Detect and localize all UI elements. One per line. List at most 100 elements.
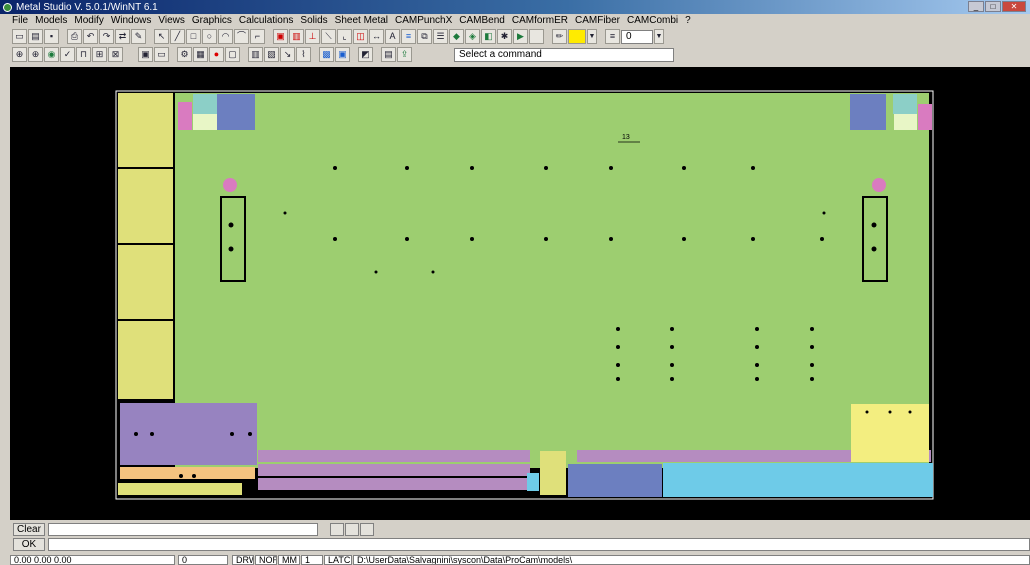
history-end-button[interactable] [360,523,374,536]
osnap-icon[interactable]: ⊠ [108,47,123,62]
menu-help[interactable]: ? [685,15,691,26]
redo-icon[interactable]: ↷ [99,29,114,44]
sequence-icon[interactable]: ↘ [280,47,295,62]
grid-icon[interactable]: ⊞ [92,47,107,62]
menu-campunchx[interactable]: CAMPunchX [395,15,452,26]
display-icon[interactable]: ▣ [138,47,153,62]
ortho-icon[interactable]: ⊓ [76,47,91,62]
drawing-canvas[interactable]: 13 [10,67,1030,520]
maximize-button[interactable]: □ [985,1,1001,12]
postprocessor-icon[interactable]: ▣ [335,47,350,62]
arc-icon[interactable]: ◠ [218,29,233,44]
menu-modify[interactable]: Modify [74,15,103,26]
undo-icon[interactable]: ↶ [83,29,98,44]
title-bar: Metal Studio V. 5.0.1/WinNT 6.1 _ □ ✕ [0,0,1030,14]
linetype-icon[interactable]: ≡ [605,29,620,44]
unfold-icon[interactable]: ◫ [353,29,368,44]
command-history-field[interactable] [48,523,318,536]
left-panel-2 [118,169,173,243]
menu-camformer[interactable]: CAMformER [512,15,568,26]
punch-tool-icon[interactable]: ▣ [273,29,288,44]
history-next-button[interactable] [345,523,359,536]
layer-select[interactable]: 0 [621,29,653,44]
window-icon[interactable]: ▭ [154,47,169,62]
cam-icon[interactable]: ▩ [319,47,334,62]
main-part [175,93,929,468]
nibble-tool-icon[interactable]: ▥ [289,29,304,44]
status-units[interactable]: MM [278,555,300,565]
snap-icon[interactable]: ✓ [60,47,75,62]
zoom-window-icon[interactable]: ⊕ [12,47,27,62]
menu-camcombi[interactable]: CAMCombi [627,15,678,26]
status-latch[interactable]: LATCH [324,555,352,565]
menu-windows[interactable]: Windows [111,15,152,26]
blank-tool-icon[interactable] [529,29,544,44]
status-mode-nor[interactable]: NOR [255,555,277,565]
menu-calculations[interactable]: Calculations [239,15,293,26]
status-mode-drw[interactable]: DRW [232,555,254,565]
menu-cambend[interactable]: CAMBend [459,15,505,26]
menu-models[interactable]: Models [35,15,67,26]
menu-sheet-metal[interactable]: Sheet Metal [335,15,388,26]
layers-icon[interactable]: ⧉ [417,29,432,44]
flange-left [223,178,237,192]
bend-line-icon[interactable]: ⟍ [321,29,336,44]
close-button[interactable]: ✕ [1002,1,1026,12]
strip-violet-3 [258,478,530,490]
path-icon[interactable]: ⌇ [296,47,311,62]
color-picker-swatch[interactable] [568,29,586,44]
strip-violet-1 [258,450,530,462]
zoom-all-icon[interactable]: ◉ [44,47,59,62]
menu-solids[interactable]: Solids [300,15,327,26]
select-arrow-icon[interactable]: ↖ [154,29,169,44]
nest-icon[interactable]: ▥ [248,47,263,62]
block-yellow-small [540,451,566,495]
export-icon[interactable]: ⇪ [397,47,412,62]
hatch-icon[interactable]: ≡ [401,29,416,44]
explode-icon[interactable]: ✱ [497,29,512,44]
pen-color-icon[interactable]: ✏ [552,29,567,44]
history-prev-button[interactable] [330,523,344,536]
ok-button[interactable]: OK [13,538,45,551]
bracket-teal-tl [193,94,217,114]
rectangle-icon[interactable]: □ [186,29,201,44]
command-input-field[interactable] [48,538,1030,551]
minimize-button[interactable]: _ [968,1,984,12]
new-file-icon[interactable]: ▭ [12,29,27,44]
menu-graphics[interactable]: Graphics [192,15,232,26]
line-icon[interactable]: ╱ [170,29,185,44]
measure-icon[interactable]: ↔ [369,29,384,44]
corner-icon[interactable]: ⌞ [337,29,352,44]
part-icon[interactable]: ▧ [264,47,279,62]
menu-camfiber[interactable]: CAMFiber [575,15,620,26]
chamfer-icon[interactable]: ⌐ [250,29,265,44]
repeat-icon[interactable]: ⇄ [115,29,130,44]
save-icon[interactable]: ▪ [44,29,59,44]
edit-pencil-icon[interactable]: ✎ [131,29,146,44]
red-stop-icon[interactable]: ● [209,47,224,62]
menu-file[interactable]: File [12,15,28,26]
fillet-icon[interactable]: ⌒ [234,29,249,44]
sheet-icon[interactable]: ▢ [225,47,240,62]
tool-lib-icon[interactable]: ⚙ [177,47,192,62]
report-icon[interactable]: ▤ [381,47,396,62]
shade-icon[interactable]: ◧ [481,29,496,44]
zoom-in-icon[interactable]: ⊕ [28,47,43,62]
layer-dropdown-arrow[interactable]: ▼ [654,29,664,44]
simulation-icon[interactable]: ◩ [358,47,373,62]
text-icon[interactable]: A [385,29,400,44]
menu-views[interactable]: Views [158,15,185,26]
command-prompt[interactable]: Select a command [454,47,674,62]
properties-icon[interactable]: ☰ [433,29,448,44]
open-folder-icon[interactable]: ▤ [28,29,43,44]
solid-view-icon[interactable]: ◆ [449,29,464,44]
clear-button[interactable]: Clear [13,523,45,536]
circle-icon[interactable]: ○ [202,29,217,44]
tool-magazine-icon[interactable]: ▦ [193,47,208,62]
simulate-icon[interactable]: ▶ [513,29,528,44]
bend-tool-icon[interactable]: ⊥ [305,29,320,44]
color-dropdown-arrow[interactable]: ▼ [587,29,597,44]
dimension-label: 13 [622,134,630,141]
print-icon[interactable]: ⎙ [67,29,82,44]
render-icon[interactable]: ◈ [465,29,480,44]
